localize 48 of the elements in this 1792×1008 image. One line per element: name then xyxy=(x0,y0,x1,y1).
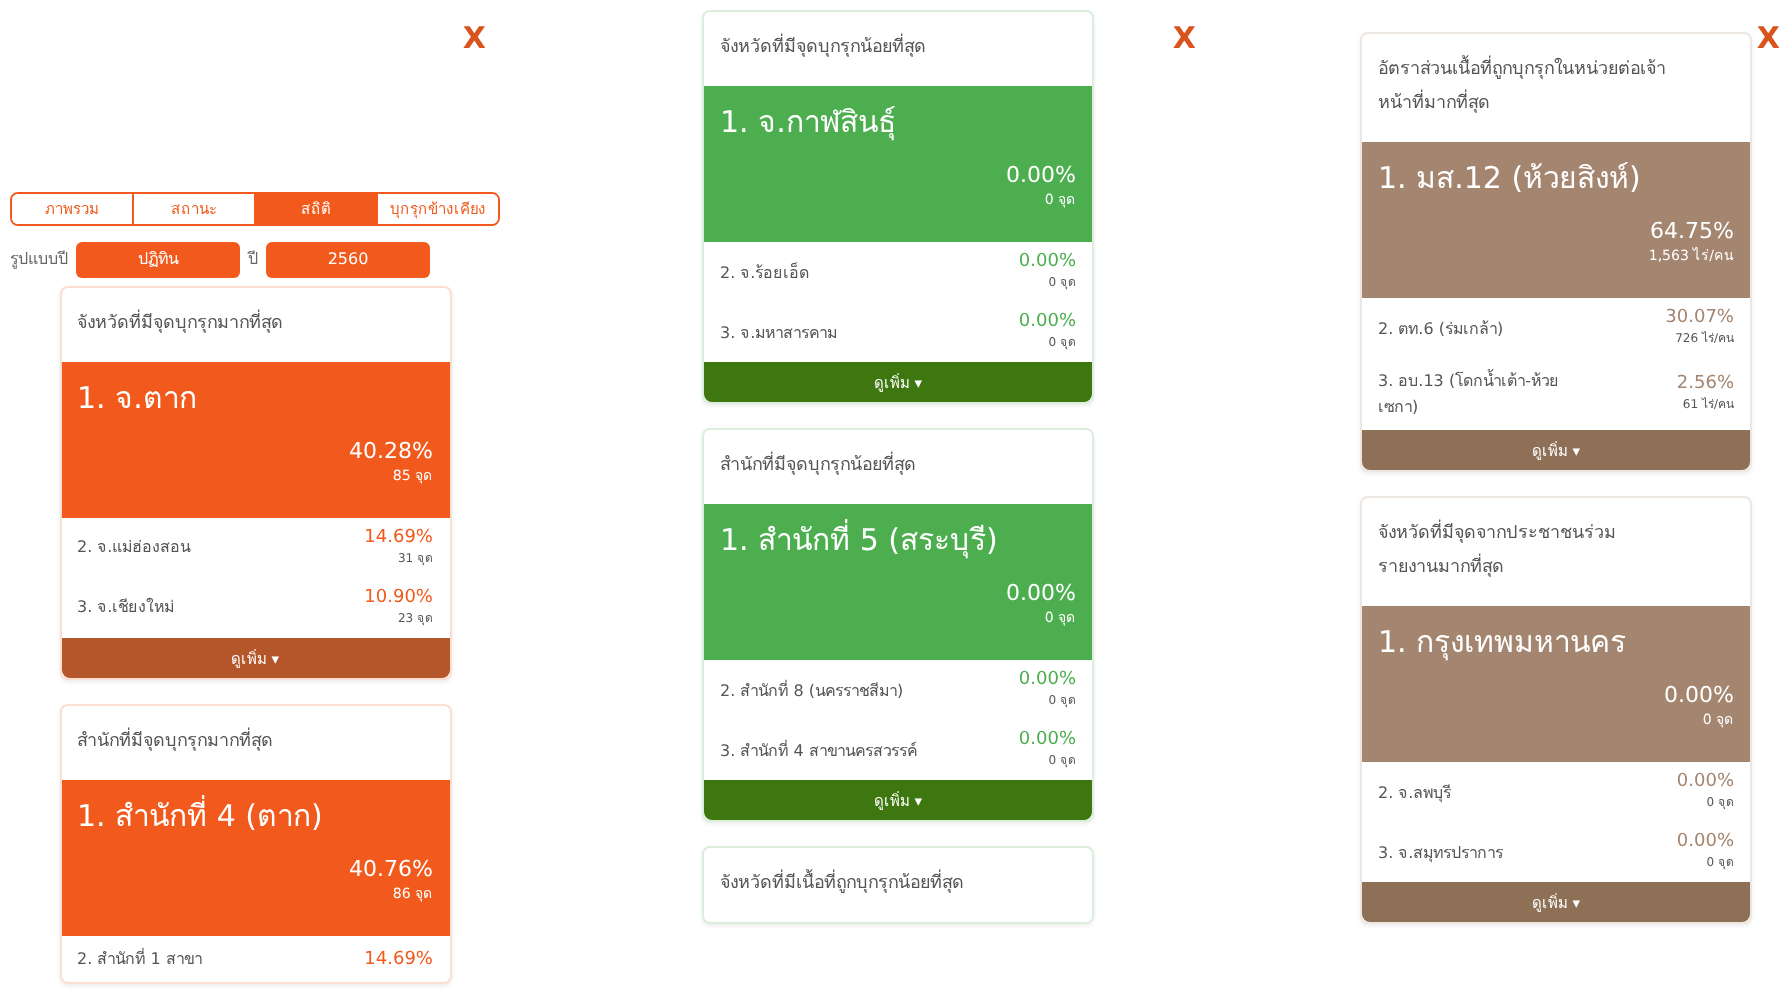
rank-name: 3. จ.มหาสารคาม xyxy=(720,321,838,346)
rank-percent: 10.90% xyxy=(364,587,433,608)
rank-percent: 14.69% xyxy=(364,949,433,969)
card-title: อัตราส่วนเนื้อที่ถูกบุกรุกในหน่วยต่อเจ้าหน้าที่มากที่สุด xyxy=(1362,34,1750,143)
top-rank-percent: 0.00% xyxy=(1004,162,1076,189)
card-title: จังหวัดที่มีจุดจากประชาชนร่วมรายงานมากที่สุด xyxy=(1362,498,1750,607)
top-rank-name: 1. กรุงเทพมหานคร xyxy=(1378,622,1629,665)
rank-name: 3. จ.เชียงใหม่ xyxy=(77,595,175,621)
top-rank-name: 1. จ.กาฬสินธุ์ xyxy=(720,102,898,145)
rank-name: 2. จ.ร้อยเอ็ด xyxy=(720,260,810,286)
close-button[interactable]: X xyxy=(1168,20,1200,56)
rank-percent: 2.56% xyxy=(1676,374,1734,395)
top-rank-name: 1. สำนักที่ 4 (ตาก) xyxy=(77,793,325,838)
year-format-label: รูปแบบปี xyxy=(10,248,68,273)
top-rank-percent: 64.75% xyxy=(1648,218,1734,245)
rank-percent: 14.69% xyxy=(364,527,433,548)
close-button[interactable]: X xyxy=(458,20,490,56)
rank-percent: 0.00% xyxy=(1018,312,1076,333)
top-rank-percent: 40.76% xyxy=(347,856,433,882)
top-rank-percent: 0.00% xyxy=(1662,682,1734,709)
rank-name: 3. จ.สมุทรปราการ xyxy=(1378,841,1504,866)
top-rank-name: 1. สำนักที่ 5 (สระบุรี) xyxy=(720,517,1000,563)
rank-name: 2. ตท.6 (ร่มเกล้า) xyxy=(1378,317,1504,342)
rank-name: 2. สำนักที่ 1 สาขา xyxy=(77,946,202,972)
rank-name: 3. สำนักที่ 4 สาขานครสวรรค์ xyxy=(720,738,917,764)
top-rank-name: 1. มส.12 (ห้วยสิงห์) xyxy=(1378,158,1643,201)
rank-percent: 30.07% xyxy=(1665,308,1734,329)
top-rank-name: 1. จ.ตาก xyxy=(77,377,199,420)
card-title: สำนักที่มีจุดบุกรุกน้อยที่สุด xyxy=(704,430,1092,505)
close-button[interactable]: X xyxy=(1752,20,1784,56)
rank-percent: 0.00% xyxy=(1676,772,1734,793)
rank-percent: 0.00% xyxy=(1018,670,1076,691)
rank-percent: 0.00% xyxy=(1018,252,1076,273)
top-rank-percent: 40.28% xyxy=(347,437,433,464)
card-title: สำนักที่มีจุดบุกรุกมากที่สุด xyxy=(75,725,275,756)
rank-name: 2. จ.ลพบุรี xyxy=(1378,781,1452,806)
year-dropdown[interactable]: 2560 xyxy=(266,241,430,278)
top-rank-percent: 0.00% xyxy=(1004,580,1076,607)
rank-percent: 0.00% xyxy=(1676,832,1734,853)
rank-percent: 0.00% xyxy=(1018,730,1076,751)
calendar-dropdown[interactable]: ปฏิทิน xyxy=(76,241,240,278)
card-title: จังหวัดที่มีจุดบุกรุกมากที่สุด xyxy=(75,307,285,338)
card-title: จังหวัดที่มีจุดบุกรุกน้อยที่สุด xyxy=(704,12,1092,87)
rank-name: 2. สำนักที่ 8 (นครราชสีมา) xyxy=(720,678,904,704)
year-label: ปี xyxy=(248,248,258,273)
rank-name: 2. จ.แม่ฮ่องสอน xyxy=(77,536,191,561)
card-title: จังหวัดที่มีเนื้อที่ถูกบุกรุกน้อยที่สุด xyxy=(704,848,1092,923)
rank-name: 3. อบ.13 (โดกน้ำเต้า-ห้วยเซกา) xyxy=(1378,368,1561,421)
